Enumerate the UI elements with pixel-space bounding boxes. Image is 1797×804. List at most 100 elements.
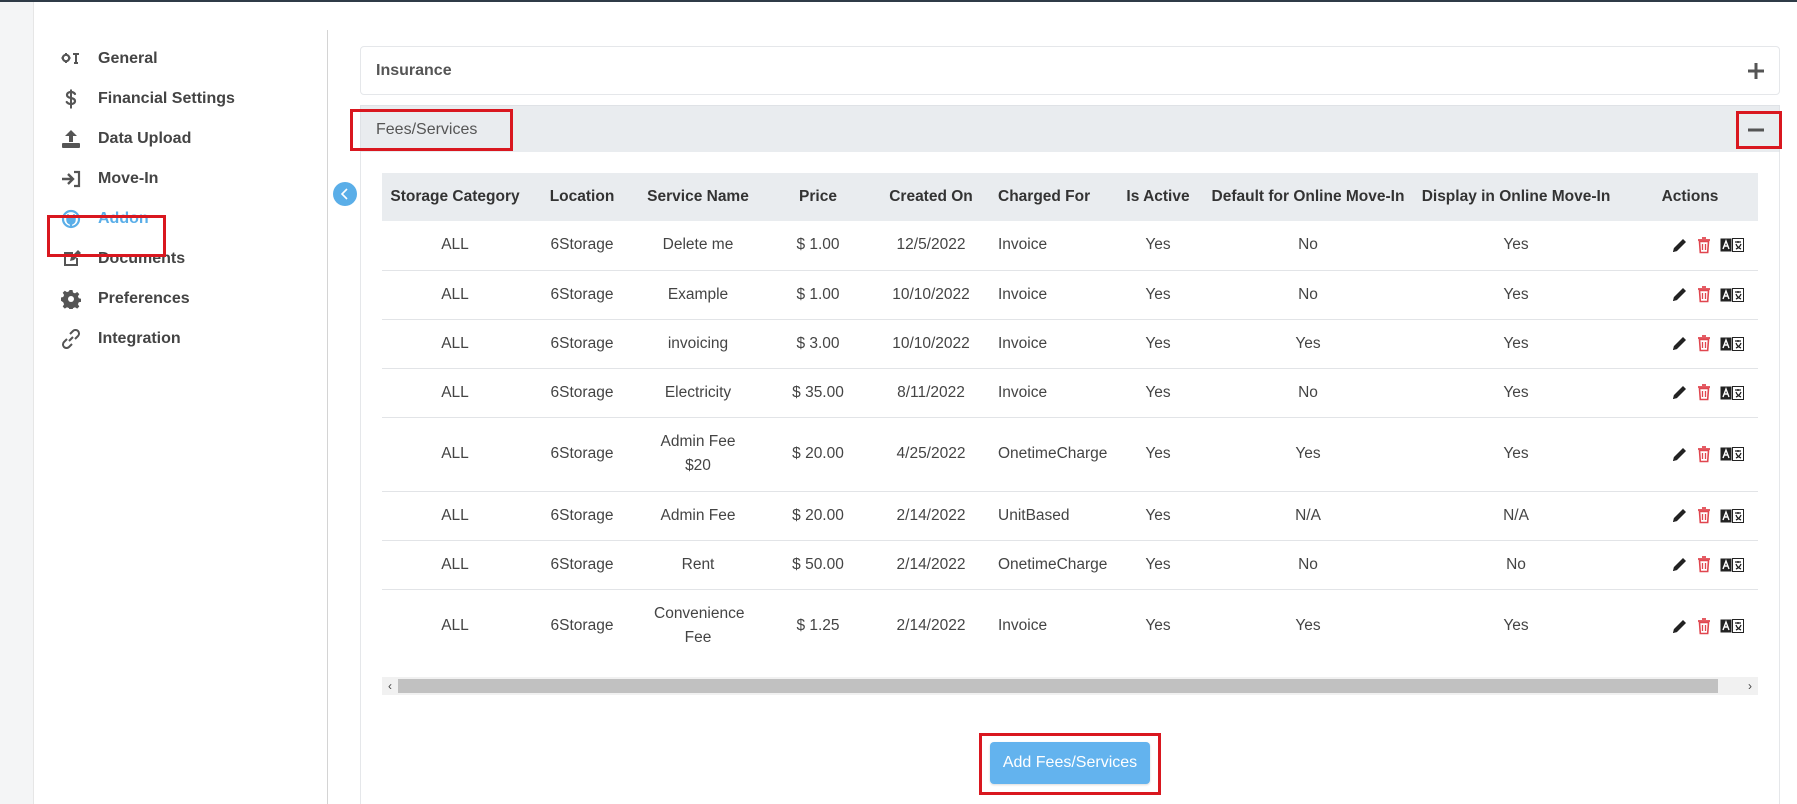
column-header[interactable]: Is Active <box>1110 173 1206 221</box>
top-border <box>0 0 1797 2</box>
translate-icon[interactable] <box>1720 287 1744 302</box>
sidebar-item-label: Move-In <box>98 170 159 187</box>
translate-icon[interactable] <box>1720 508 1744 523</box>
dollar-icon <box>60 88 82 110</box>
cell-default-online: Yes <box>1206 319 1410 369</box>
cell-service: Admin Fee $20 <box>636 417 760 492</box>
column-header[interactable]: Charged For <box>986 173 1110 221</box>
translate-icon[interactable] <box>1720 557 1744 572</box>
cell-price: $ 20.00 <box>760 491 876 541</box>
cell-created: 2/14/2022 <box>876 589 986 663</box>
sidebar-item-move-in[interactable]: Move-In <box>58 160 158 198</box>
delete-trash-icon[interactable] <box>1697 556 1711 573</box>
collapse-sidebar-button[interactable] <box>333 182 357 206</box>
sidebar-item-label: Documents <box>98 250 186 267</box>
plus-icon <box>1748 63 1764 79</box>
column-header[interactable]: Storage Category <box>382 173 528 221</box>
table-header-row: Storage Category Location Service Name P… <box>382 173 1758 221</box>
link-icon <box>60 328 82 350</box>
cell-actions <box>1622 221 1758 271</box>
cell-service: Electricity <box>636 368 760 418</box>
translate-icon[interactable] <box>1720 336 1744 351</box>
edit-pencil-icon[interactable] <box>1671 556 1688 573</box>
cell-location: 6Storage <box>528 319 636 369</box>
fees-services-table: Storage Category Location Service Name P… <box>382 173 1758 663</box>
translate-icon[interactable] <box>1720 447 1744 461</box>
sidebar-item-data-upload[interactable]: Data Upload <box>58 120 191 158</box>
table-row: ALL 6Storage Electricity $ 35.00 8/11/2022 In… <box>382 368 1758 418</box>
cell-actions <box>1622 491 1758 541</box>
cell-active: Yes <box>1110 589 1206 663</box>
delete-trash-icon[interactable] <box>1697 335 1711 352</box>
collapse-fees-services-button[interactable] <box>1745 119 1767 141</box>
delete-trash-icon[interactable] <box>1697 236 1711 254</box>
cell-default-online: No <box>1206 368 1410 418</box>
sidebar-item-preferences[interactable]: Preferences <box>58 280 190 318</box>
column-header[interactable]: Created On <box>876 173 986 221</box>
table-row: ALL 6Storage Admin Fee $ 20.00 2/14/2022 Unit… <box>382 491 1758 541</box>
column-header[interactable]: Service Name <box>636 173 760 221</box>
add-fees-services-button[interactable]: Add Fees/Services <box>990 742 1150 784</box>
delete-trash-icon[interactable] <box>1697 384 1711 401</box>
translate-icon[interactable] <box>1720 238 1744 253</box>
sidebar-item-label: Integration <box>98 330 181 347</box>
translate-icon[interactable] <box>1720 619 1744 633</box>
cell-charged: Invoice <box>986 270 1110 320</box>
sidebar-item-addon[interactable]: Addon <box>58 200 149 238</box>
scrollbar-thumb[interactable] <box>398 679 1718 693</box>
delete-trash-icon[interactable] <box>1697 617 1711 635</box>
cell-service: Admin Fee <box>636 491 760 541</box>
scroll-right-arrow-icon[interactable]: › <box>1742 677 1758 695</box>
cell-price: $ 3.00 <box>760 319 876 369</box>
table-horizontal-scrollbar[interactable]: ‹ › <box>382 677 1758 695</box>
cell-created: 10/10/2022 <box>876 270 986 320</box>
insurance-panel[interactable]: Insurance <box>360 46 1780 95</box>
fees-services-panel-header[interactable]: Fees/Services <box>360 105 1780 153</box>
edit-pencil-icon[interactable] <box>1671 618 1688 635</box>
cell-charged: Invoice <box>986 319 1110 369</box>
cell-actions <box>1622 589 1758 663</box>
column-header[interactable]: Display in Online Move-In <box>1410 173 1622 221</box>
cell-display-online: Yes <box>1410 270 1622 320</box>
column-header[interactable]: Location <box>528 173 636 221</box>
sidebar-item-documents[interactable]: Documents <box>58 240 185 278</box>
translate-icon[interactable] <box>1720 385 1744 400</box>
scroll-left-arrow-icon[interactable]: ‹ <box>382 677 398 695</box>
fees-services-table-container: Storage Category Location Service Name P… <box>382 173 1758 663</box>
sidebar-item-integration[interactable]: Integration <box>58 320 181 358</box>
gear-icon <box>60 288 82 310</box>
edit-pencil-icon[interactable] <box>1671 507 1688 524</box>
cell-location: 6Storage <box>528 540 636 590</box>
cell-category: ALL <box>382 270 528 320</box>
cell-display-online: Yes <box>1410 221 1622 271</box>
cell-active: Yes <box>1110 417 1206 492</box>
cell-display-online: Yes <box>1410 417 1622 492</box>
cell-display-online: Yes <box>1410 589 1622 663</box>
edit-pencil-icon[interactable] <box>1671 237 1688 254</box>
cell-display-online: Yes <box>1410 319 1622 369</box>
sidebar-item-financial-settings[interactable]: Financial Settings <box>58 80 235 118</box>
table-row: ALL 6Storage invoicing $ 3.00 10/10/2022 Invo… <box>382 319 1758 369</box>
column-header[interactable]: Price <box>760 173 876 221</box>
cell-price: $ 1.00 <box>760 221 876 271</box>
expand-insurance-button[interactable] <box>1745 60 1767 82</box>
delete-trash-icon[interactable] <box>1697 286 1711 303</box>
column-header[interactable]: Default for Online Move-In <box>1206 173 1410 221</box>
cell-location: 6Storage <box>528 368 636 418</box>
table-row: ALL 6Storage Convenience Fee $ 1.25 2/14/202… <box>382 589 1758 663</box>
edit-pencil-icon[interactable] <box>1671 335 1688 352</box>
edit-pencil-icon[interactable] <box>1671 446 1688 463</box>
cell-active: Yes <box>1110 270 1206 320</box>
table-row: ALL 6Storage Delete me $ 1.00 12/5/2022 Invoi… <box>382 221 1758 271</box>
sidebar-item-general[interactable]: General <box>58 40 158 78</box>
delete-trash-icon[interactable] <box>1697 507 1711 524</box>
cell-active: Yes <box>1110 221 1206 271</box>
cell-location: 6Storage <box>528 491 636 541</box>
edit-pencil-icon[interactable] <box>1671 286 1688 303</box>
edit-pencil-icon[interactable] <box>1671 384 1688 401</box>
cell-charged: UnitBased <box>986 491 1110 541</box>
cell-category: ALL <box>382 417 528 492</box>
delete-trash-icon[interactable] <box>1697 445 1711 463</box>
settings-page: { "sidebar": { "items": [ {"label": "Gen… <box>0 0 1797 804</box>
cell-price: $ 1.25 <box>760 589 876 663</box>
